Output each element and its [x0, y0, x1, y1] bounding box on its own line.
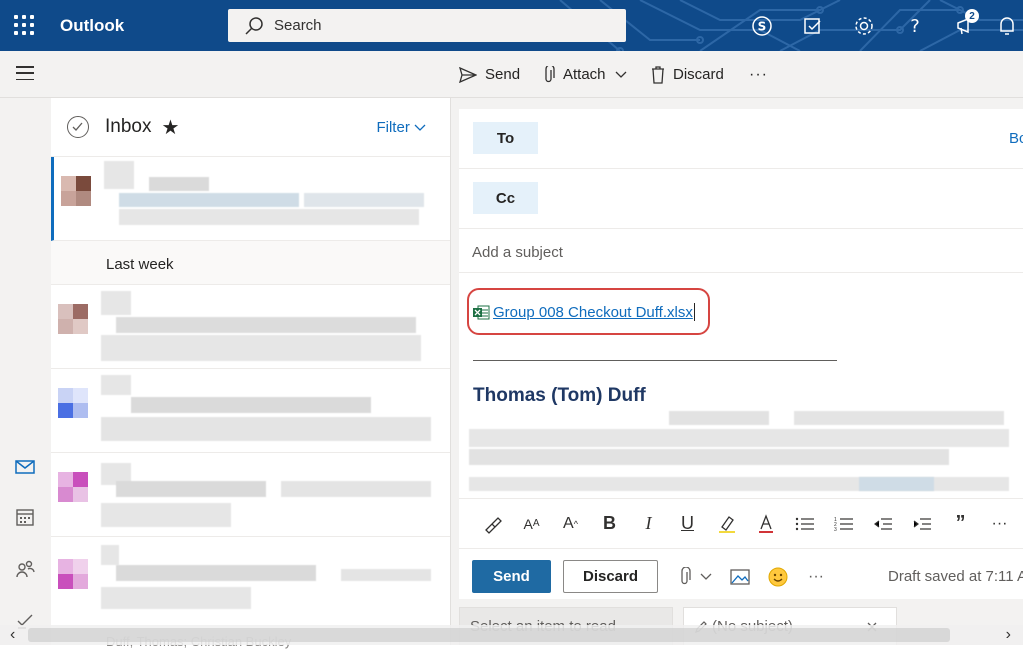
bcc-link[interactable]: Bcc	[1009, 130, 1023, 147]
skype-icon[interactable]: S	[736, 0, 787, 51]
people-icon[interactable]	[14, 558, 36, 580]
send-command-label: Send	[485, 66, 521, 83]
attach-paperclip-icon[interactable]	[675, 560, 695, 593]
svg-text:3: 3	[834, 527, 837, 532]
message-list-item[interactable]	[51, 285, 450, 369]
bullets-icon[interactable]	[785, 499, 824, 549]
help-icon[interactable]: ?	[889, 0, 940, 51]
message-list-pane: Inbox ★ Filter Last week Duf	[51, 98, 451, 649]
discard-button[interactable]: Discard	[563, 560, 658, 593]
svg-text:?: ?	[910, 16, 920, 37]
to-button[interactable]: To	[473, 122, 538, 154]
compose-form: To Bcc Cc Add a subject Group 008 Checko…	[459, 109, 1023, 599]
scrollbar-thumb[interactable]	[28, 628, 950, 642]
top-bar: Outlook Search S ? 2	[0, 0, 1023, 51]
discard-command-label: Discard	[673, 66, 724, 83]
search-box[interactable]: Search	[228, 9, 626, 42]
avatar	[58, 388, 88, 418]
format-painter-icon[interactable]	[473, 499, 512, 549]
compose-pane: To Bcc Cc Add a subject Group 008 Checko…	[451, 98, 1023, 599]
numbering-icon[interactable]: 123	[824, 499, 863, 549]
cc-button[interactable]: Cc	[473, 182, 538, 214]
trash-icon	[652, 65, 664, 84]
notification-badge: 2	[965, 9, 979, 23]
app-launcher-icon[interactable]	[12, 13, 36, 37]
highlight-icon[interactable]	[707, 499, 746, 549]
subject-placeholder: Add a subject	[472, 244, 563, 261]
signature-name: Thomas (Tom) Duff	[473, 385, 646, 406]
increase-indent-icon[interactable]	[902, 499, 941, 549]
my-day-icon[interactable]	[787, 0, 838, 51]
chevron-down-icon[interactable]	[697, 560, 715, 593]
attach-command-label: Attach	[563, 66, 606, 83]
scroll-left-icon[interactable]: ‹	[10, 626, 15, 644]
text-cursor	[693, 303, 695, 321]
grow-font-icon[interactable]: A ^	[551, 499, 590, 549]
message-list-header: Inbox ★ Filter	[51, 98, 450, 157]
bold-icon[interactable]: B	[590, 499, 629, 549]
font-size-icon[interactable]: AA	[512, 499, 551, 549]
chevron-down-icon[interactable]	[614, 70, 628, 80]
scroll-right-icon[interactable]: ›	[1006, 626, 1011, 644]
insert-picture-icon[interactable]	[728, 560, 752, 593]
message-list-item[interactable]	[51, 537, 450, 621]
filter-label: Filter	[376, 118, 410, 136]
horizontal-scrollbar[interactable]: ‹ ›	[0, 625, 1023, 645]
folder-title: Inbox	[105, 116, 152, 137]
search-icon	[245, 16, 263, 35]
emoji-icon[interactable]	[766, 560, 790, 593]
left-nav-rail	[0, 98, 51, 645]
avatar	[61, 176, 91, 206]
favorite-star-icon[interactable]: ★	[161, 115, 179, 140]
italic-icon[interactable]: I	[629, 499, 668, 549]
more-formatting-icon[interactable]: ···	[980, 499, 1019, 549]
chevron-down-icon	[414, 124, 426, 131]
bcc-label: Bcc	[1009, 130, 1023, 147]
message-list-item[interactable]	[51, 157, 450, 241]
select-all-checkbox-icon[interactable]	[67, 116, 89, 138]
avatar	[58, 559, 88, 589]
top-icons: S ? 2	[736, 0, 1023, 51]
decrease-indent-icon[interactable]	[863, 499, 902, 549]
compose-actions: Send Discard ··· Draft saved at 7:11 A	[459, 548, 1023, 599]
hamburger-menu-icon[interactable]	[16, 66, 34, 80]
more-commands-button[interactable]: ···	[749, 51, 768, 98]
attachment-filename[interactable]: Group 008 Checkout Duff.xlsx	[493, 304, 693, 321]
excel-file-icon	[473, 305, 490, 319]
to-row: To Bcc	[459, 109, 1023, 169]
message-list-item[interactable]	[51, 453, 450, 537]
signature-divider	[473, 360, 837, 361]
quote-icon[interactable]: ”	[941, 499, 980, 549]
avatar	[58, 304, 88, 334]
font-color-icon[interactable]	[746, 499, 785, 549]
calendar-icon[interactable]	[14, 506, 36, 528]
date-group-header: Last week	[51, 241, 450, 285]
send-button[interactable]: Send	[472, 560, 551, 593]
settings-gear-icon[interactable]	[838, 0, 889, 51]
subject-field[interactable]: Add a subject	[459, 229, 1023, 273]
discard-command[interactable]: Discard	[651, 51, 724, 98]
search-label: Search	[274, 17, 322, 34]
message-list-item[interactable]	[51, 369, 450, 453]
attachment-link[interactable]: Group 008 Checkout Duff.xlsx	[473, 303, 695, 321]
paperclip-icon	[545, 65, 555, 82]
more-options-button[interactable]: ···	[804, 560, 828, 593]
feedback-icon[interactable]: 2	[940, 0, 991, 51]
cc-row: Cc	[459, 169, 1023, 229]
filter-button[interactable]: Filter	[376, 119, 426, 136]
app-name[interactable]: Outlook	[60, 16, 124, 36]
mail-icon[interactable]	[14, 456, 36, 478]
date-group-label: Last week	[106, 256, 174, 273]
underline-icon[interactable]: U	[668, 499, 707, 549]
send-command[interactable]: Send	[459, 51, 520, 98]
attach-command[interactable]: Attach	[543, 51, 636, 98]
command-bar: Send Attach Discard ···	[0, 51, 1023, 98]
send-icon	[459, 66, 477, 83]
notifications-bell-icon[interactable]	[991, 0, 1023, 51]
avatar	[58, 472, 88, 502]
formatting-toolbar: AA A ^ B I U 123 ” ···	[459, 498, 1023, 548]
draft-status: Draft saved at 7:11 A	[888, 568, 1023, 585]
svg-text:S: S	[757, 19, 766, 33]
